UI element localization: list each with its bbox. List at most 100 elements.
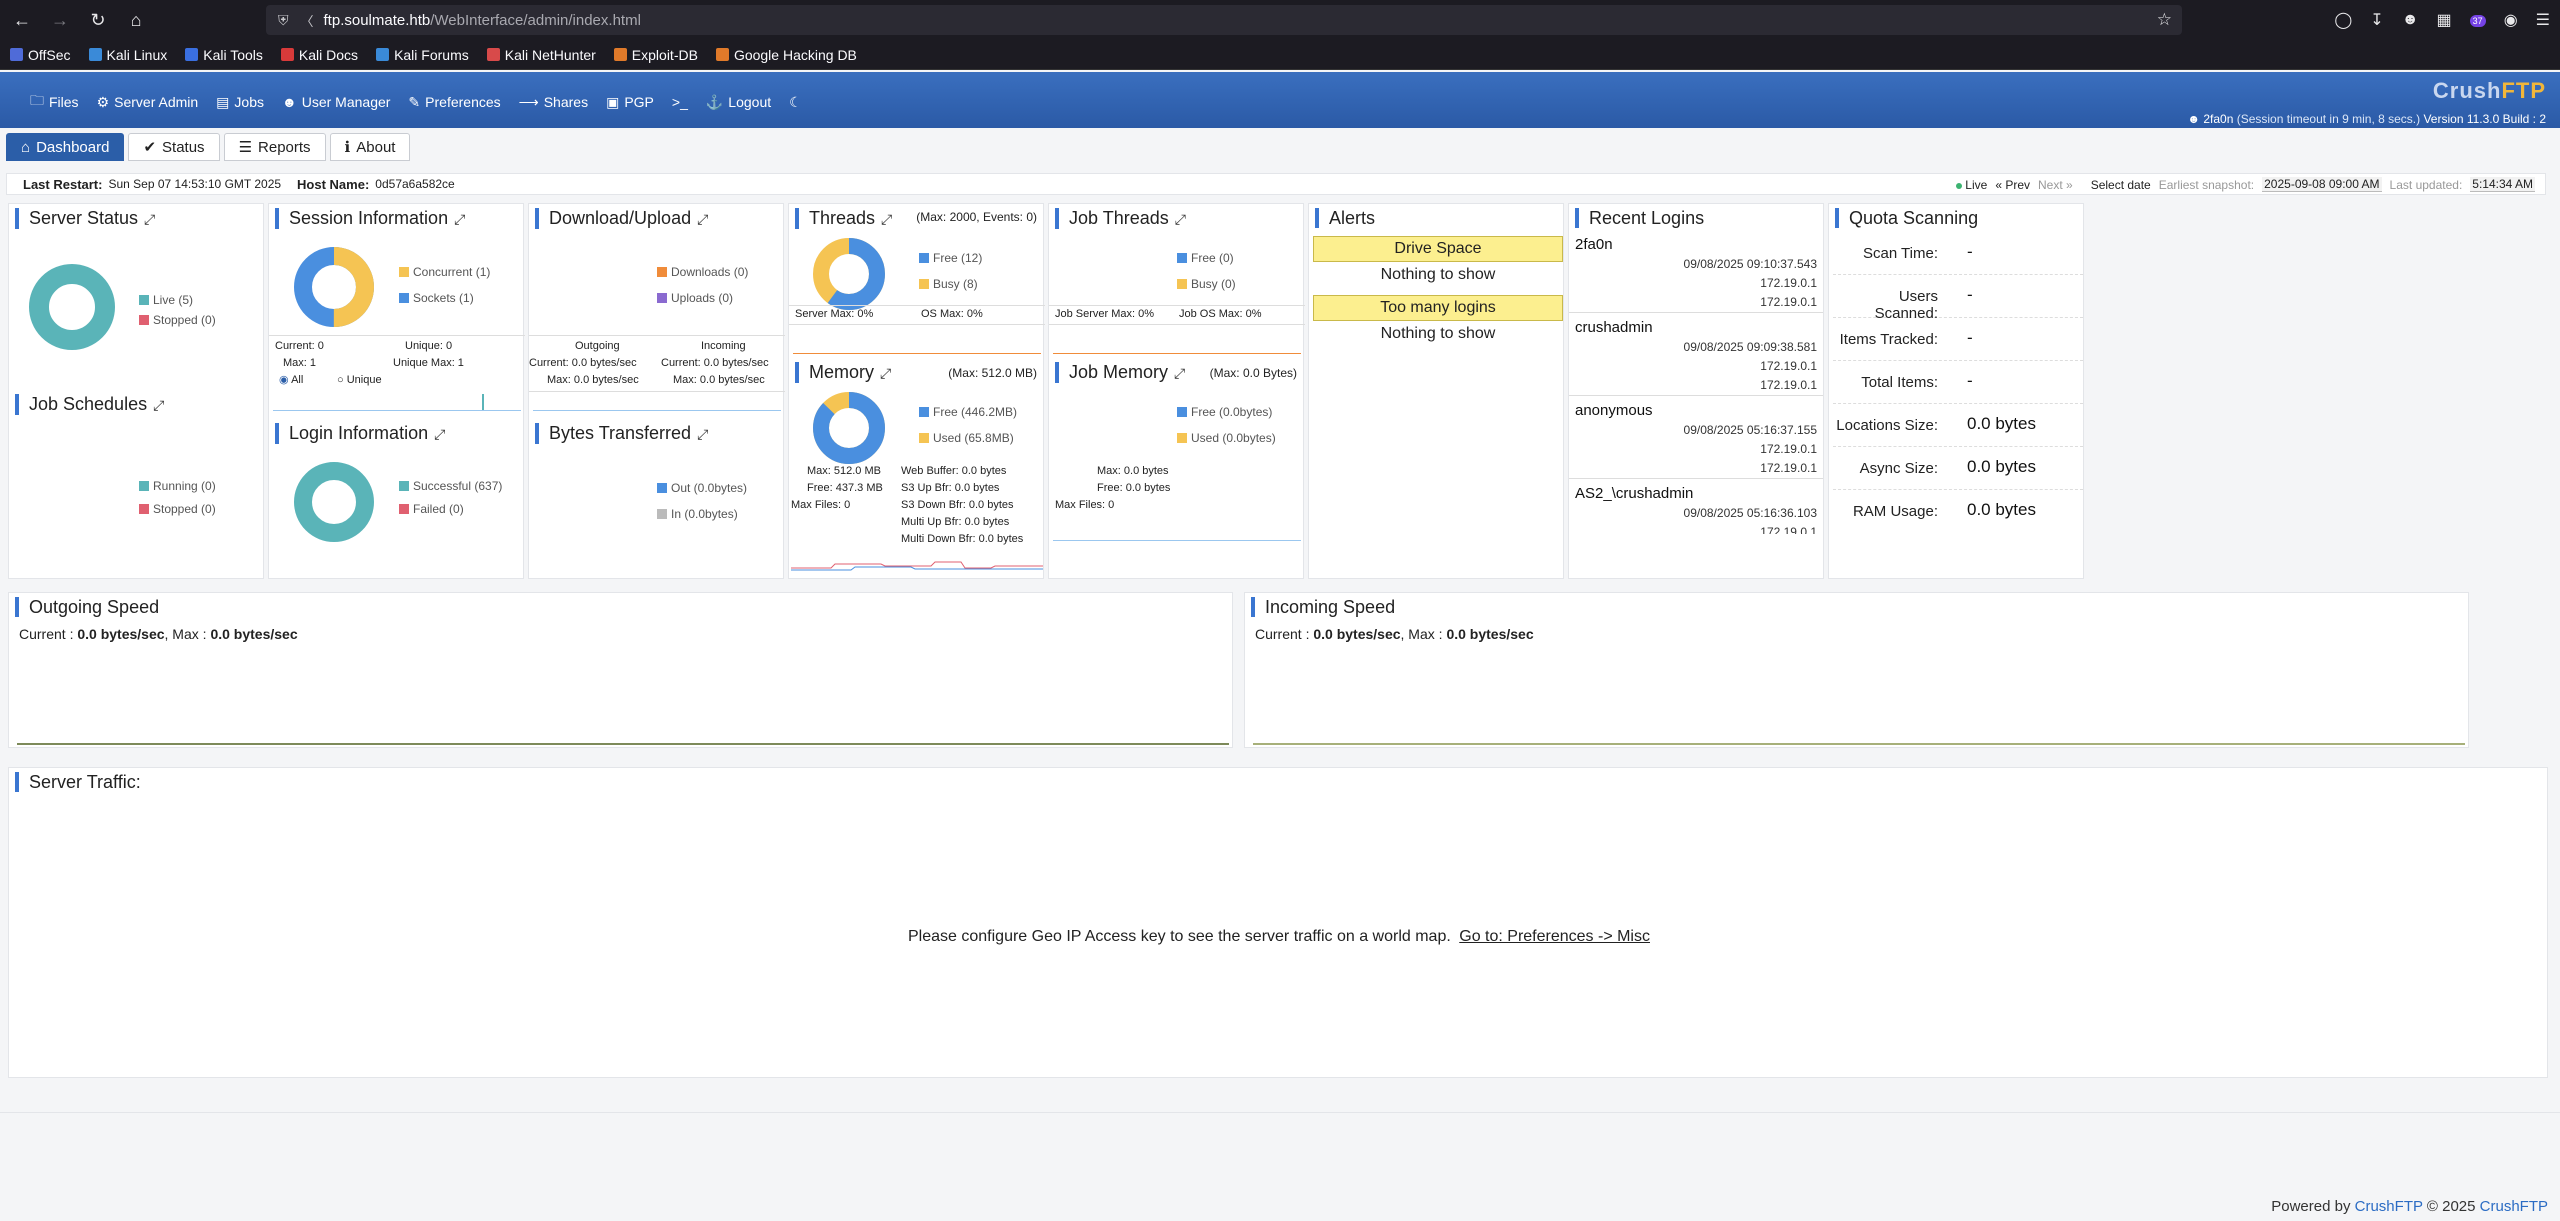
threads-memory-panel: Threads ⤢ (Max: 2000, Events: 0) Free (12… bbox=[788, 203, 1045, 579]
menu-server-admin[interactable]: ⚙ Server Admin bbox=[97, 90, 199, 114]
expand-icon[interactable]: ⤢ bbox=[153, 397, 164, 413]
geoip-message: Please configure Geo IP Access key to se… bbox=[908, 928, 1451, 945]
bookmark-offsec[interactable]: OffSec bbox=[10, 47, 71, 63]
divider bbox=[1569, 312, 1823, 313]
swatch bbox=[657, 293, 667, 303]
swatch bbox=[657, 267, 667, 277]
incoming-speed-chart-line bbox=[1253, 743, 2465, 745]
quota-row: Async Size: 0.0 bytes bbox=[1833, 447, 2083, 490]
gear-icon: ⚙ bbox=[96, 93, 110, 110]
menu-preferences[interactable]: ✎ Preferences bbox=[408, 90, 500, 114]
radio-unique[interactable]: ○ Unique bbox=[337, 372, 382, 389]
reload-icon[interactable]: ↻ bbox=[82, 4, 114, 36]
menu-logout[interactable]: ⚓ Logout bbox=[706, 90, 771, 114]
select-date-button[interactable]: Select date bbox=[2091, 178, 2151, 192]
expand-icon[interactable]: ⤢ bbox=[1174, 365, 1185, 381]
bookmark-kali-docs[interactable]: Kali Docs bbox=[280, 47, 358, 63]
job-threads-memory-panel: Job Threads ⤢ Free (0) Busy (0) Job Serve… bbox=[1048, 203, 1305, 579]
bookmark-kali-forums[interactable]: Kali Forums bbox=[376, 47, 469, 63]
bytes-legend: Out (0.0bytes) In (0.0bytes) bbox=[657, 476, 747, 526]
expand-icon[interactable]: ⤢ bbox=[144, 211, 155, 227]
extension-badge[interactable]: 37 bbox=[2469, 11, 2486, 29]
download-icon[interactable]: ↧ bbox=[2370, 10, 2383, 30]
swatch bbox=[139, 315, 149, 325]
pocket-icon[interactable]: ◯ bbox=[2334, 10, 2352, 30]
crushftp-link[interactable]: CrushFTP bbox=[2480, 1198, 2548, 1215]
dark-mode-icon[interactable]: ☾ bbox=[789, 90, 802, 114]
job-memory-title: Job Memory ⤢ bbox=[1055, 362, 1185, 383]
transfer-sparkline bbox=[533, 410, 781, 411]
expand-icon[interactable]: ⤢ bbox=[881, 211, 892, 227]
legend-successful: Successful (637) bbox=[399, 474, 502, 498]
tab-about[interactable]: ℹ About bbox=[329, 133, 411, 161]
menu-files[interactable]: 🗀 Files bbox=[30, 90, 79, 114]
bookmark-google-hacking-db[interactable]: Google Hacking DB bbox=[715, 47, 857, 63]
prev-button[interactable]: « Prev bbox=[1995, 178, 2030, 192]
check-icon: ✔ bbox=[143, 139, 157, 156]
powered-by: Powered by CrushFTP © 2025 CrushFTP bbox=[2271, 1198, 2548, 1215]
expand-icon[interactable]: ⤢ bbox=[434, 426, 445, 442]
expand-icon[interactable]: ⤢ bbox=[697, 426, 708, 442]
memory-free-value: Free: 437.3 MB bbox=[807, 482, 883, 494]
extensions-icon[interactable]: ▦ bbox=[2437, 10, 2452, 30]
login-ip: 172.19.0.1 bbox=[1760, 525, 1817, 534]
expand-icon[interactable]: ⤢ bbox=[880, 365, 891, 381]
footer: Powered by CrushFTP © 2025 CrushFTP bbox=[0, 1112, 2560, 1221]
menu-icon[interactable]: ☰ bbox=[2536, 10, 2550, 30]
web-buffer: Web Buffer: 0.0 bytes bbox=[901, 465, 1007, 477]
bookmark-exploit-db[interactable]: Exploit-DB bbox=[613, 47, 698, 63]
menu-pgp[interactable]: ▣ PGP bbox=[606, 90, 654, 114]
login-ip: 172.19.0.1 bbox=[1760, 359, 1817, 373]
quota-row: Scan Time: - bbox=[1833, 232, 2083, 275]
expand-icon[interactable]: ⤢ bbox=[1175, 211, 1186, 227]
swatch bbox=[919, 279, 929, 289]
bookmark-kali-tools[interactable]: Kali Tools bbox=[185, 47, 263, 63]
tab-status[interactable]: ✔ Status bbox=[128, 133, 220, 161]
kali-icon bbox=[88, 48, 102, 61]
quota-row: Items Tracked: - bbox=[1833, 318, 2083, 361]
swatch bbox=[399, 504, 409, 514]
server-status-donut bbox=[29, 264, 115, 350]
tab-reports[interactable]: ☰ Reports bbox=[223, 133, 326, 161]
session-timeout: (Session timeout in 9 min, 8 secs.) bbox=[2236, 112, 2421, 126]
menu-user-manager[interactable]: ☻ User Manager bbox=[282, 90, 390, 114]
bookmark-kali-linux[interactable]: Kali Linux bbox=[88, 47, 167, 63]
back-icon[interactable]: ← bbox=[6, 4, 38, 36]
incoming-speed-panel: Incoming Speed Current : 0.0 bytes/sec, … bbox=[1244, 592, 2469, 748]
legend-free: Free (446.2MB) bbox=[919, 400, 1017, 424]
divider bbox=[789, 324, 1045, 325]
url-bar[interactable]: ⛨ 〈 ftp.soulmate.htb/WebInterface/admin/… bbox=[266, 5, 2182, 35]
earliest-snapshot-value[interactable]: 2025-09-08 09:00 AM bbox=[2262, 177, 2382, 192]
account-icon[interactable]: ☻ bbox=[2402, 11, 2419, 29]
recent-logins-panel: Recent Logins 2fa0n 09/08/2025 09:10:37.… bbox=[1568, 203, 1824, 579]
crushftp-link[interactable]: CrushFTP bbox=[2355, 1198, 2423, 1215]
next-button[interactable]: Next » bbox=[2038, 178, 2073, 192]
swatch bbox=[657, 483, 667, 493]
home-icon[interactable]: ⌂ bbox=[120, 4, 152, 36]
preferences-misc-link[interactable]: Go to: Preferences -> Misc bbox=[1459, 928, 1650, 945]
extension-icon[interactable]: ◉ bbox=[2504, 10, 2518, 30]
expand-icon[interactable]: ⤢ bbox=[454, 211, 465, 227]
menu-terminal[interactable]: >_ bbox=[672, 90, 688, 114]
jobs-icon: ▤ bbox=[216, 93, 230, 110]
expand-icon[interactable]: ⤢ bbox=[697, 211, 708, 227]
menu-jobs[interactable]: ▤ Jobs bbox=[216, 90, 264, 114]
outgoing-speed-panel: Outgoing Speed Current : 0.0 bytes/sec, … bbox=[8, 592, 1233, 748]
session-info-line: ☻ 2fa0n (Session timeout in 9 min, 8 sec… bbox=[2187, 112, 2546, 126]
last-restart-value: Sun Sep 07 14:53:10 GMT 2025 bbox=[108, 177, 282, 191]
memory-sparkline bbox=[791, 561, 1043, 571]
forward-icon[interactable]: → bbox=[44, 4, 76, 36]
radio-all[interactable]: ◉ All bbox=[279, 372, 303, 389]
donut-slice-successful bbox=[294, 462, 374, 542]
swatch bbox=[657, 509, 667, 519]
quota-row: RAM Usage: 0.0 bytes bbox=[1852, 500, 2036, 520]
offsec-icon bbox=[10, 48, 23, 61]
live-button[interactable]: Live bbox=[1955, 178, 1987, 192]
menu-shares[interactable]: ⟶ Shares bbox=[519, 90, 588, 114]
bookmark-star-icon[interactable]: ☆ bbox=[2157, 10, 2172, 30]
job-threads-legend: Free (0) Busy (0) bbox=[1177, 246, 1236, 296]
threads-donut bbox=[813, 238, 885, 310]
tab-dashboard[interactable]: ⌂ Dashboard bbox=[6, 133, 125, 161]
bookmark-kali-nethunter[interactable]: Kali NetHunter bbox=[486, 47, 596, 63]
memory-max: (Max: 512.0 MB) bbox=[948, 366, 1037, 380]
